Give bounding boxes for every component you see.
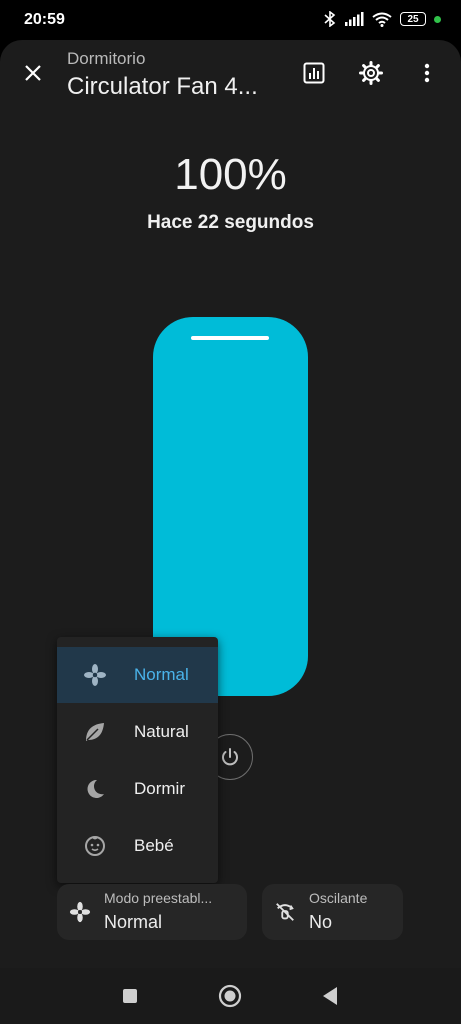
wifi-icon <box>372 12 392 27</box>
back-button[interactable] <box>318 984 342 1008</box>
square-icon <box>123 989 137 1003</box>
preset-mode-card[interactable]: Modo preestabl... Normal <box>57 884 247 940</box>
menu-item-label: Dormir <box>134 779 185 798</box>
moon-icon <box>87 779 104 798</box>
circle-icon <box>218 984 242 1008</box>
more-options-button[interactable] <box>407 53 447 93</box>
more-vertical-icon <box>424 63 430 83</box>
preset-mode-menu: Normal Natural Dormir Bebé <box>57 637 218 883</box>
status-bar: 20:59 25 <box>0 0 461 40</box>
close-button[interactable] <box>13 53 53 93</box>
status-icons: 25 <box>324 11 441 27</box>
device-title: Circulator Fan 4... <box>67 73 258 100</box>
privacy-indicator-icon <box>434 15 441 23</box>
menu-item-normal[interactable]: Normal <box>57 647 218 703</box>
power-icon <box>222 748 238 766</box>
history-button[interactable] <box>294 53 334 93</box>
chart-box-icon <box>303 62 325 84</box>
menu-item-bebe[interactable]: Bebé <box>57 818 218 874</box>
triangle-back-icon <box>323 987 337 1005</box>
menu-item-dormir[interactable]: Dormir <box>57 761 218 817</box>
menu-item-natural[interactable]: Natural <box>57 704 218 760</box>
slider-handle[interactable] <box>191 336 269 340</box>
last-changed: Hace 22 segundos <box>147 212 314 233</box>
preset-mode-label: Modo preestabl... <box>104 890 213 906</box>
leaf-icon <box>86 723 104 741</box>
preset-mode-value: Normal <box>104 912 163 932</box>
menu-item-label: Natural <box>134 722 189 741</box>
room-name: Dormitorio <box>67 49 146 68</box>
oscillate-off-icon <box>276 903 294 921</box>
system-nav-bar <box>0 968 461 1024</box>
fan-speed-percentage: 100% <box>174 150 287 199</box>
menu-item-label: Normal <box>134 665 189 684</box>
recents-button[interactable] <box>118 984 142 1008</box>
baby-face-icon <box>85 836 105 856</box>
close-icon <box>25 65 41 81</box>
status-time: 20:59 <box>24 11 65 28</box>
settings-button[interactable] <box>351 53 391 93</box>
menu-item-label: Bebé <box>134 836 174 855</box>
oscillate-card[interactable]: Oscilante No <box>262 884 403 940</box>
battery-icon: 25 <box>400 12 426 26</box>
home-button[interactable] <box>218 984 242 1008</box>
signal-icon <box>345 12 364 26</box>
oscillate-label: Oscilante <box>309 890 368 906</box>
bluetooth-icon <box>324 11 336 27</box>
fan-icon <box>69 901 91 923</box>
fan-icon <box>84 664 106 686</box>
oscillate-value: No <box>309 912 333 932</box>
gear-icon <box>359 61 383 85</box>
